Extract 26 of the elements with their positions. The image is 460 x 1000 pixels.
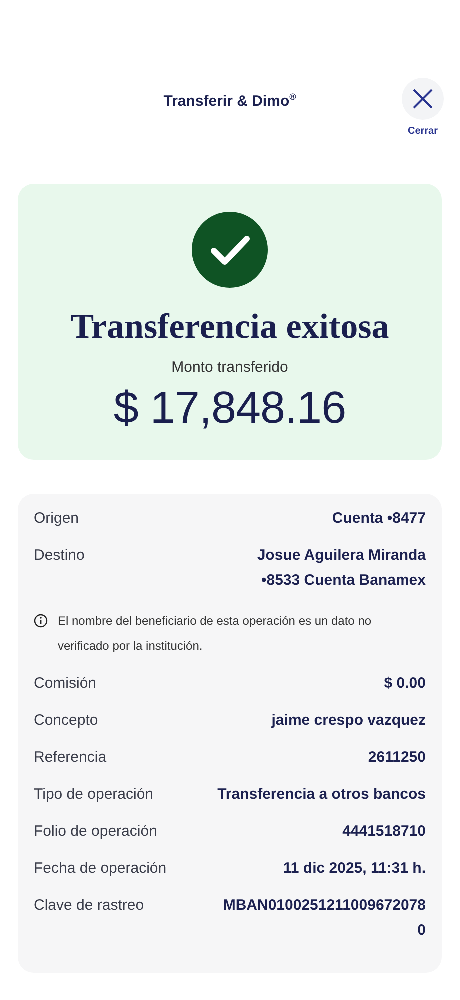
amount-value: $ 17,848.16 (114, 382, 346, 434)
screen-title: Transferir & Dimo$^{®}$ (164, 92, 296, 110)
success-title: Transferencia exitosa (70, 308, 390, 346)
detail-label: Clave de rastreo (34, 897, 144, 914)
detail-label: Comisión (34, 675, 97, 692)
checkmark-icon (192, 212, 268, 288)
detail-value: Josue Aguilera Miranda •8533 Cuenta Banamex (257, 546, 426, 591)
detail-label: Origen (34, 510, 80, 527)
info-note: El nombre del beneficiario de esta operación es un dato no verificado por la institución. (58, 613, 373, 655)
detail-label: Concepto (34, 712, 98, 729)
info-icon (34, 614, 48, 628)
detail-label: Destino (34, 547, 85, 564)
detail-value: 11 dic 2025, 11:31 h. (283, 859, 426, 879)
close-icon (412, 88, 434, 110)
detail-label: Tipo de operación (34, 786, 154, 803)
detail-value: $ 0.00 (384, 674, 426, 694)
detail-value: jaime crespo vazquez (272, 711, 426, 731)
detail-label: Fecha de operación (34, 860, 167, 877)
detail-value: Transferencia a otros bancos (218, 785, 426, 805)
amount-label: Monto transferido (172, 358, 288, 376)
detail-value: 4441518710 (342, 822, 426, 842)
detail-label: Referencia (34, 749, 107, 766)
detail-label: Folio de operación (34, 823, 158, 840)
detail-value: 2611250 (368, 748, 426, 768)
detail-value: Cuenta •8477 (332, 509, 426, 529)
detail-value: MBAN01002512110096720780 (222, 896, 426, 941)
